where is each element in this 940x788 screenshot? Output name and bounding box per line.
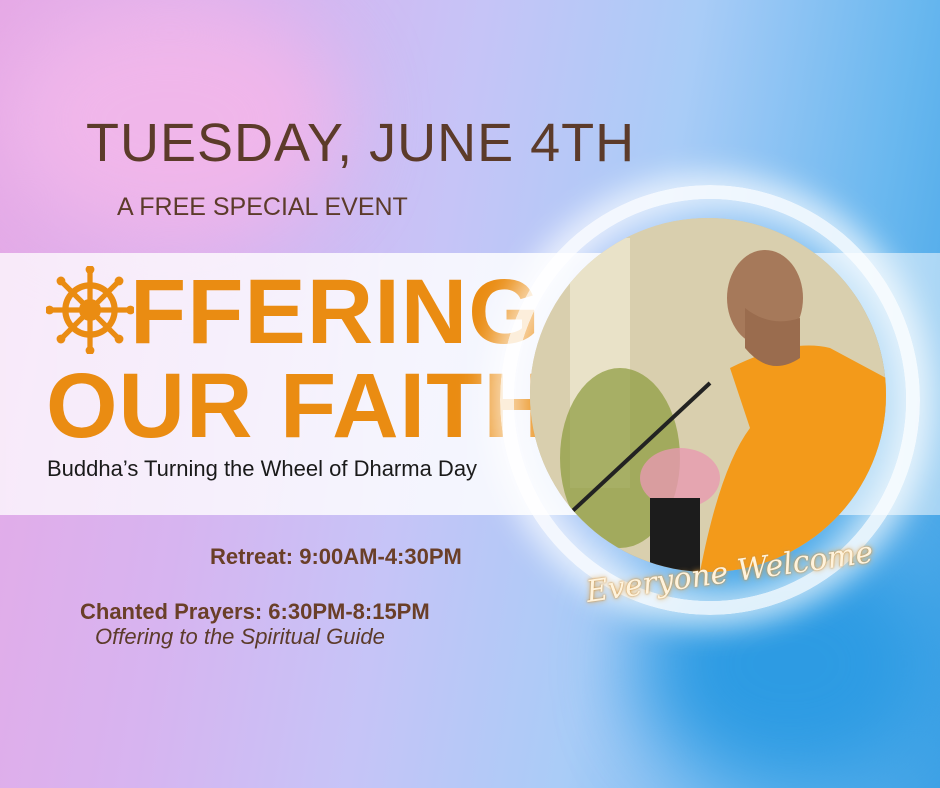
chanted-prayers-time: Chanted Prayers: 6:30PM-8:15PM [80, 599, 430, 624]
subtitle: Buddha’s Turning the Wheel of Dharma Day [47, 456, 478, 481]
event-date: TUESDAY, JUNE 4TH [86, 113, 636, 173]
retreat-time: Retreat: 9:00AM-4:30PM [210, 544, 462, 569]
teacher-photo [530, 218, 886, 572]
dharma-wheel-icon [46, 266, 134, 354]
chanted-prayers-subtitle: Offering to the Spiritual Guide [95, 624, 385, 649]
title-line-1: FFERING [130, 261, 541, 363]
tagline: A FREE SPECIAL EVENT [117, 193, 408, 221]
title-line-2: OUR FAITH [46, 355, 551, 457]
